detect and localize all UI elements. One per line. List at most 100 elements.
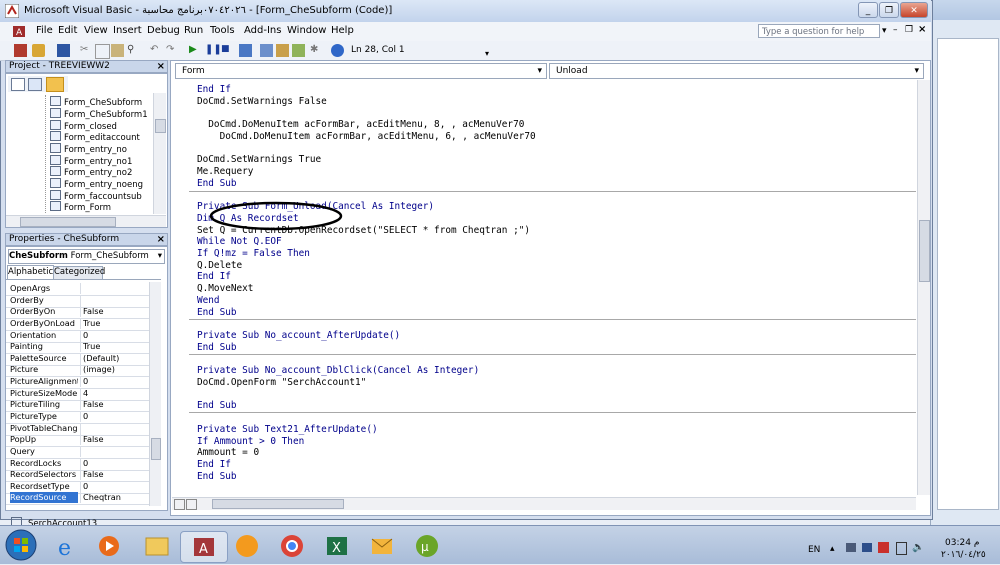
project-vscroll-thumb[interactable] [155, 119, 166, 133]
app-taskbar-icon[interactable] [224, 531, 270, 561]
property-row[interactable]: OrderByOn False [6, 306, 155, 319]
explorer-taskbar-icon[interactable] [134, 531, 180, 561]
procedure-view-icon[interactable] [174, 499, 185, 510]
property-row[interactable]: OrderByOnLoad True [6, 318, 155, 331]
break-icon[interactable]: ❚❚ [205, 44, 222, 57]
toolbar-options-icon[interactable]: ▾ [485, 49, 489, 58]
code-vscroll-thumb[interactable] [919, 220, 930, 282]
view-code-icon[interactable] [11, 78, 25, 91]
tree-item[interactable]: Form_editaccount [50, 131, 140, 143]
language-indicator[interactable]: EN [808, 545, 820, 555]
minimize-button[interactable]: _ [858, 2, 878, 18]
menu-window[interactable]: Window [287, 25, 326, 36]
excel-taskbar-icon[interactable]: X [314, 531, 360, 561]
tab-alphabetic[interactable]: Alphabetic [7, 265, 54, 279]
save-icon[interactable] [57, 44, 70, 57]
tree-item[interactable]: Form_CheSubform [50, 96, 142, 108]
tree-item[interactable]: Form_entry_no2 [50, 166, 132, 178]
project-explorer-icon[interactable] [260, 44, 273, 57]
property-row[interactable]: PopUp False [6, 434, 155, 447]
access-taskbar-icon[interactable]: A [180, 531, 228, 563]
object-browser-icon[interactable] [292, 44, 305, 57]
view-object-icon[interactable] [28, 78, 42, 91]
cut-icon[interactable]: ✂ [80, 44, 93, 57]
property-row-selected[interactable]: RecordSource Cheqtran [6, 492, 155, 505]
tray-volume-icon[interactable]: 🔈 [912, 542, 924, 553]
menu-edit[interactable]: Edit [58, 25, 77, 36]
chrome-taskbar-icon[interactable] [269, 531, 315, 561]
procedure-combo[interactable]: Unload ▾ [549, 63, 924, 79]
menu-debug[interactable]: Debug [147, 25, 180, 36]
menu-insert[interactable]: Insert [113, 25, 142, 36]
menu-help[interactable]: Help [331, 25, 354, 36]
code-hscrollbar[interactable] [172, 497, 916, 510]
procedure-combo-chevron-icon[interactable]: ▾ [914, 64, 919, 78]
tray-battery-icon[interactable] [896, 542, 907, 555]
property-row[interactable]: OpenArgs [6, 283, 155, 296]
tray-flag-icon[interactable] [862, 543, 872, 552]
menu-file[interactable]: File [36, 25, 53, 36]
start-button-icon[interactable] [4, 528, 38, 562]
object-combo-chevron-icon[interactable]: ▾ [537, 64, 542, 78]
toolbox-icon[interactable]: ✱ [310, 44, 323, 57]
help-dropdown-icon[interactable]: ▾ [882, 26, 887, 36]
view-access-icon[interactable] [14, 44, 27, 57]
undo-icon[interactable]: ↶ [150, 44, 163, 57]
tree-item[interactable]: Form_entry_noeng [50, 178, 143, 190]
redo-icon[interactable]: ↷ [166, 44, 179, 57]
property-row[interactable]: PictureType 0 [6, 411, 155, 424]
title-bar[interactable]: Microsoft Visual Basic - ٠٧٠٤٢٠٢٦برنامج … [0, 0, 931, 22]
mdi-restore-icon[interactable]: ❐ [905, 25, 913, 35]
utorrent-taskbar-icon[interactable]: µ [404, 531, 450, 561]
access-icon[interactable]: A [12, 25, 26, 38]
help-icon[interactable] [331, 44, 344, 57]
tab-categorized[interactable]: Categorized [53, 266, 105, 280]
tree-item[interactable]: Form_entry_no [50, 143, 127, 155]
tree-item[interactable]: Form_closed [50, 120, 117, 132]
ie-taskbar-icon[interactable]: e [44, 531, 90, 561]
object-combo[interactable]: Form ▾ [175, 63, 547, 79]
property-row[interactable]: RecordSelectors False [6, 469, 155, 482]
object-select[interactable]: CheSubform Form_CheSubform ▾ [8, 249, 165, 264]
find-icon[interactable]: ⚲ [127, 44, 140, 57]
menu-view[interactable]: View [84, 25, 108, 36]
property-row[interactable]: PictureAlignment 0 [6, 376, 155, 389]
tree-item[interactable]: Form_faccountsub [50, 190, 142, 202]
paste-icon[interactable] [111, 44, 124, 57]
menu-run[interactable]: Run [184, 25, 203, 36]
outlook-taskbar-icon[interactable] [359, 531, 405, 561]
project-hscrollbar[interactable] [6, 215, 166, 227]
tray-app-icon[interactable] [878, 542, 889, 553]
properties-vscrollbar[interactable] [149, 282, 161, 506]
full-module-view-icon[interactable] [186, 499, 197, 510]
tree-item[interactable]: Form_Form [50, 201, 111, 213]
reset-icon[interactable]: ■ [221, 44, 234, 57]
project-hscroll-thumb[interactable] [20, 217, 116, 227]
code-vscrollbar[interactable] [917, 80, 930, 495]
property-row[interactable]: Query [6, 446, 155, 459]
tree-item[interactable]: Form_entry_no1 [50, 155, 132, 167]
property-row[interactable]: Picture (image) [6, 364, 155, 377]
project-close-icon[interactable]: × [157, 61, 165, 72]
property-row[interactable]: Painting True [6, 341, 155, 354]
close-button[interactable]: ✕ [900, 2, 928, 18]
properties-vscroll-thumb[interactable] [151, 438, 161, 460]
tray-network-icon[interactable] [846, 543, 856, 552]
property-row[interactable]: PictureTiling False [6, 399, 155, 412]
properties-close-icon[interactable]: × [157, 234, 165, 245]
tray-expand-icon[interactable]: ▴ [830, 544, 835, 554]
media-player-taskbar-icon[interactable] [86, 531, 132, 561]
object-select-chevron-icon[interactable]: ▾ [158, 250, 162, 262]
menu-tools[interactable]: Tools [210, 25, 235, 36]
mdi-minimize-icon[interactable]: – [893, 25, 898, 35]
toggle-folders-icon[interactable] [46, 77, 64, 92]
project-vscrollbar[interactable] [153, 93, 166, 214]
copy-icon[interactable] [95, 44, 110, 59]
restore-button[interactable]: ❐ [879, 2, 899, 18]
properties-window-icon[interactable] [276, 44, 289, 57]
tree-item[interactable]: Form_CheSubform1 [50, 108, 148, 120]
run-icon[interactable]: ▶ [189, 44, 202, 57]
menu-add-ins[interactable]: Add-Ins [244, 25, 281, 36]
clock-date[interactable]: ٢٠١٦/٠٤/٢٥ [941, 550, 986, 560]
code-hscroll-thumb[interactable] [212, 499, 344, 509]
